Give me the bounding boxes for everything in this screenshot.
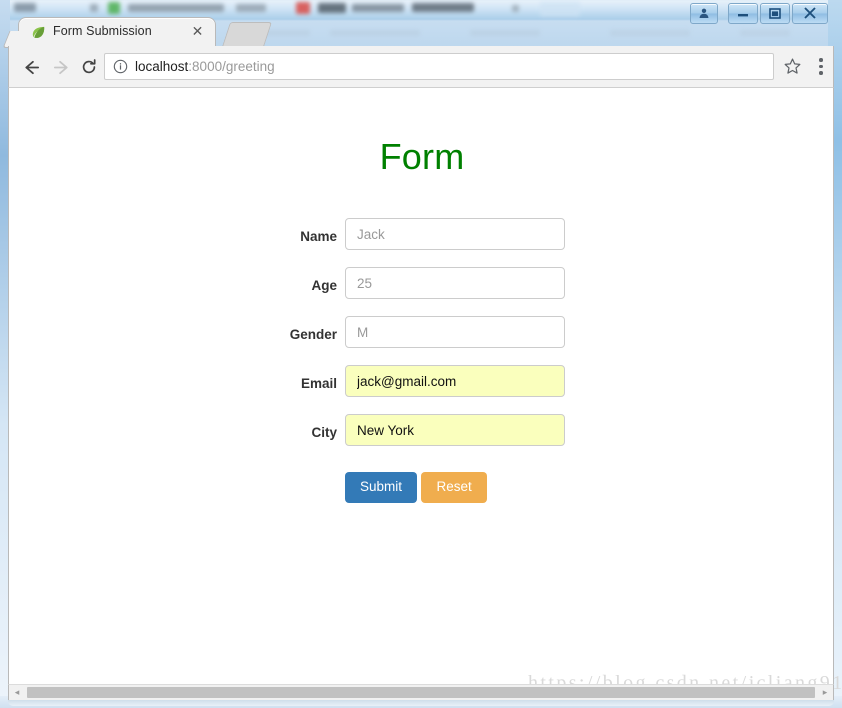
greeting-form: Name Age Gender Email City Submit xyxy=(9,218,833,503)
minimize-button[interactable] xyxy=(728,2,758,24)
label-age: Age xyxy=(311,278,337,293)
form-actions: Submit Reset xyxy=(345,472,487,503)
page-title: Form xyxy=(379,136,465,177)
input-gender[interactable] xyxy=(345,316,565,348)
user-account-button[interactable] xyxy=(690,2,718,24)
input-name[interactable] xyxy=(345,218,565,250)
input-email[interactable] xyxy=(345,365,565,397)
label-gender: Gender xyxy=(289,327,337,342)
kebab-dot-1 xyxy=(819,58,823,62)
label-city: City xyxy=(311,425,337,440)
browser-window: Form Submission ✕ localhost:8000/greetin… xyxy=(8,0,842,706)
reload-icon[interactable] xyxy=(77,55,101,79)
address-bar-url: localhost:8000/greeting xyxy=(135,59,275,74)
address-bar[interactable]: localhost:8000/greeting xyxy=(104,53,774,80)
tab-title: Form Submission xyxy=(53,24,152,38)
tab-form-submission[interactable]: Form Submission ✕ xyxy=(18,17,216,47)
form-row-email: Email xyxy=(9,365,833,414)
page-viewport: Form Name Age Gender Email City xyxy=(8,88,834,684)
kebab-dot-3 xyxy=(819,71,823,75)
back-arrow-icon[interactable] xyxy=(19,55,43,79)
window-bottom-edge xyxy=(8,700,834,706)
kebab-menu-icon[interactable] xyxy=(819,58,823,76)
tab-strip: Form Submission ✕ xyxy=(8,0,834,47)
scroll-left-arrow-icon[interactable]: ◂ xyxy=(9,685,25,700)
close-button[interactable] xyxy=(792,2,828,24)
forward-arrow-icon xyxy=(49,55,73,79)
leaf-icon xyxy=(31,25,46,40)
form-row-gender: Gender xyxy=(9,316,833,365)
maximize-button[interactable] xyxy=(760,2,790,24)
tab-close-icon[interactable]: ✕ xyxy=(190,24,205,39)
input-city[interactable] xyxy=(345,414,565,446)
form-row-city: City xyxy=(9,414,833,463)
url-path: :8000/greeting xyxy=(188,59,275,74)
form-row-name: Name xyxy=(9,218,833,267)
url-host: localhost xyxy=(135,59,189,74)
window-controls xyxy=(688,2,828,24)
new-tab-button[interactable] xyxy=(221,22,273,47)
info-circle-icon[interactable] xyxy=(113,59,128,74)
submit-button[interactable]: Submit xyxy=(345,472,418,503)
input-age[interactable] xyxy=(345,267,565,299)
scroll-right-arrow-icon[interactable]: ▸ xyxy=(817,685,833,700)
form-row-age: Age xyxy=(9,267,833,316)
horizontal-scrollbar[interactable]: ◂ ▸ xyxy=(8,684,834,700)
star-icon[interactable] xyxy=(783,57,803,77)
reset-button[interactable]: Reset xyxy=(421,472,487,503)
kebab-dot-2 xyxy=(819,64,823,68)
label-email: Email xyxy=(300,376,337,391)
browser-toolbar: localhost:8000/greeting xyxy=(8,46,834,88)
scrollbar-thumb[interactable] xyxy=(27,687,815,698)
label-name: Name xyxy=(300,229,337,244)
